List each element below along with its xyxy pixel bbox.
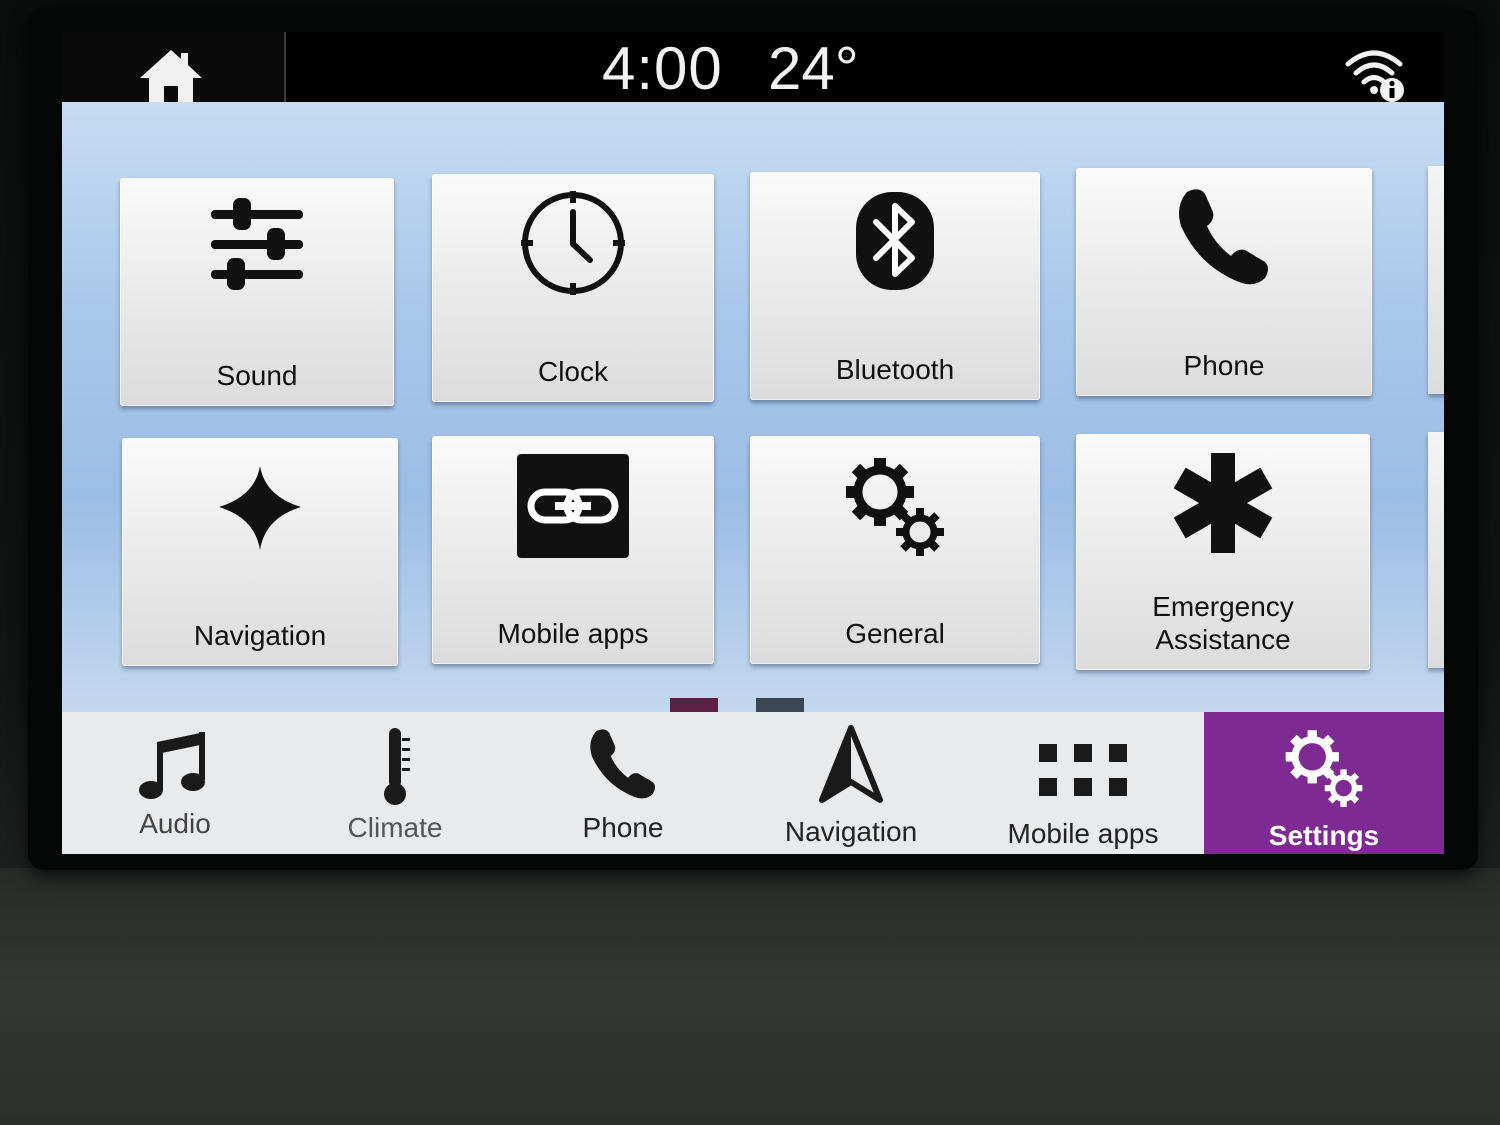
tile-label: Bluetooth — [835, 354, 955, 385]
link-icon — [517, 454, 629, 558]
clock-icon — [521, 191, 625, 295]
tile-label: Sound — [216, 360, 298, 391]
nav-settings[interactable]: Settings — [1204, 712, 1444, 854]
compass-star-icon — [219, 466, 301, 550]
next-page-tile-edge — [1428, 432, 1444, 668]
clock-readout: 4:00 — [602, 35, 723, 102]
bluetooth-icon — [856, 192, 934, 290]
nav-label: Mobile apps — [1007, 818, 1159, 849]
phone-icon — [1179, 189, 1268, 285]
sound-tile[interactable]: Sound — [120, 178, 394, 406]
navigation-tile[interactable]: Navigation — [122, 438, 398, 666]
tile-label: Clock — [537, 356, 608, 387]
general-tile[interactable]: General — [750, 436, 1040, 664]
nav-mobile-apps[interactable]: Mobile apps — [978, 712, 1188, 854]
tile-label-line-2: Assistance — [1155, 624, 1291, 655]
bottom-nav-bar: Audio Climate Phone Navigation Mobile ap… — [62, 712, 1444, 854]
tile-label: Emergency Assistance — [1076, 590, 1370, 656]
thermometer-icon — [384, 728, 410, 805]
mobile-apps-tile[interactable]: Mobile apps — [432, 436, 714, 664]
nav-label: Audio — [139, 808, 211, 839]
tile-label: Mobile apps — [497, 618, 649, 649]
tile-label: General — [845, 618, 945, 649]
sliders-icon — [211, 198, 303, 290]
clock-tile[interactable]: Clock — [432, 174, 714, 402]
nav-label: Climate — [347, 812, 443, 843]
music-note-icon — [139, 732, 205, 799]
tile-label: Navigation — [193, 620, 327, 651]
asterisk-icon — [1173, 453, 1273, 553]
tile-label: Phone — [1183, 350, 1265, 381]
tile-label-line-1: Emergency — [1152, 591, 1294, 622]
nav-label: Settings — [1268, 820, 1380, 851]
wifi-info-icon[interactable] — [1342, 48, 1410, 104]
gears-icon — [1285, 730, 1363, 807]
status-bar: 4:00 24° — [62, 32, 1444, 114]
next-page-tile-edge — [1428, 166, 1444, 394]
nav-climate[interactable]: Climate — [292, 712, 498, 854]
nav-audio[interactable]: Audio — [72, 712, 278, 854]
home-icon — [140, 50, 202, 104]
phone-icon — [590, 729, 655, 799]
grid-icon — [1039, 744, 1127, 796]
nav-label: Navigation — [784, 816, 918, 847]
nav-navigation[interactable]: Navigation — [746, 712, 956, 854]
bluetooth-tile[interactable]: Bluetooth — [750, 172, 1040, 400]
emergency-assistance-tile[interactable]: Emergency Assistance — [1076, 434, 1370, 670]
dashboard-trim — [0, 868, 1500, 1125]
infotainment-screen: 4:00 24° Sound Clock Bluetooth Phone Nav… — [62, 32, 1444, 854]
gears-icon — [846, 458, 944, 556]
nav-phone[interactable]: Phone — [520, 712, 726, 854]
phone-tile[interactable]: Phone — [1076, 168, 1372, 396]
settings-grid: Sound Clock Bluetooth Phone Navigation M… — [62, 102, 1444, 717]
navigation-arrow-icon — [819, 725, 883, 803]
nav-label: Phone — [582, 812, 664, 843]
temperature-readout: 24° — [768, 35, 859, 102]
